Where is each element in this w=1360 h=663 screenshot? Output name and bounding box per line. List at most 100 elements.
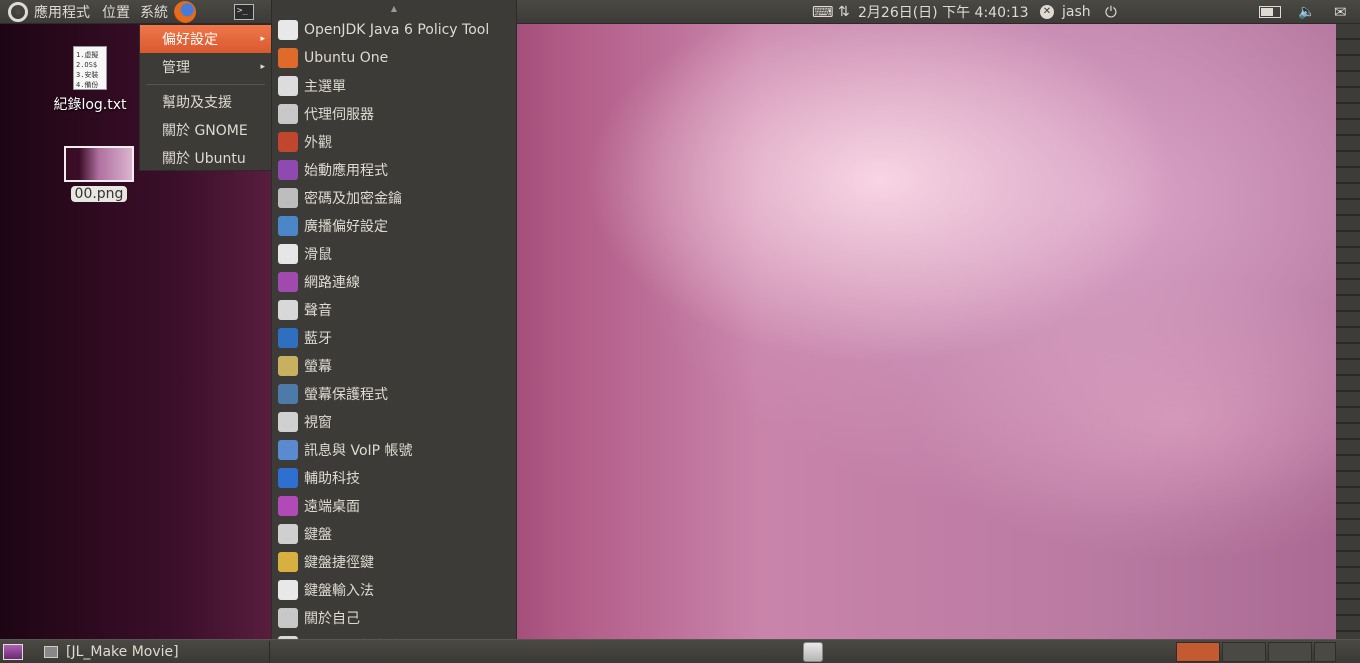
broadcast-icon bbox=[278, 216, 298, 236]
top-panel: 應用程式 位置 系統 >_ ⌨ ⇅ 2月26日(日) 下午 4:40:13 ✕ … bbox=[0, 0, 1360, 24]
desktop-icon-label: 00.png bbox=[70, 186, 128, 202]
ubuntu-logo-icon[interactable] bbox=[0, 0, 28, 24]
pref-item-mouse[interactable]: 滑鼠 bbox=[272, 240, 516, 268]
pref-item-label: 螢幕保護程式 bbox=[304, 387, 388, 403]
screensaver-icon bbox=[278, 384, 298, 404]
power-icon[interactable]: ⏻ bbox=[1105, 0, 1117, 24]
proxy-icon bbox=[278, 104, 298, 124]
pref-item-startup-apps[interactable]: 始動應用程式 bbox=[272, 156, 516, 184]
workspace-3[interactable] bbox=[1268, 642, 1312, 662]
pref-item-keyboard[interactable]: 鍵盤 bbox=[272, 520, 516, 548]
mouse-icon bbox=[278, 244, 298, 264]
pref-item-windows[interactable]: 視窗 bbox=[272, 408, 516, 436]
pref-item-label: 遠端桌面 bbox=[304, 499, 360, 515]
pref-item-broadcast[interactable]: 廣播偏好設定 bbox=[272, 212, 516, 240]
appearance-icon bbox=[278, 132, 298, 152]
clock[interactable]: 2月26日(日) 下午 4:40:13 bbox=[858, 0, 1029, 24]
menu-item-administration[interactable]: 管理 ▸ bbox=[140, 53, 271, 81]
pref-item-accessibility[interactable]: 輔助科技 bbox=[272, 464, 516, 492]
display-icon bbox=[278, 356, 298, 376]
clock-label[interactable]: 2月26日(日) 下午 4:40:13 bbox=[858, 2, 1029, 22]
user-name[interactable]: jash bbox=[1062, 4, 1091, 20]
pref-item-display[interactable]: 螢幕 bbox=[272, 352, 516, 380]
input-method-icon bbox=[278, 580, 298, 600]
pref-item-label: 關於自己 bbox=[304, 611, 360, 627]
startup-apps-icon bbox=[278, 160, 298, 180]
terminal-icon[interactable]: >_ bbox=[234, 3, 254, 20]
pref-item-label: 密碼及加密金鑰 bbox=[304, 191, 402, 207]
preview-line: 4.備份 bbox=[76, 81, 99, 89]
volume-icon[interactable]: 🔈 bbox=[1298, 0, 1315, 24]
pref-item-label: OpenJDK Java 6 Policy Tool bbox=[304, 22, 490, 38]
workspace-2[interactable] bbox=[1222, 642, 1266, 662]
submenu-arrow-icon: ▸ bbox=[260, 62, 265, 72]
battery-icon[interactable] bbox=[1259, 0, 1281, 24]
system-menu[interactable]: 系統 bbox=[140, 0, 168, 24]
preferences-list: OpenJDK Java 6 Policy Tool Ubuntu One 主選單代… bbox=[272, 16, 516, 660]
desktop-icon-label: 紀錄log.txt bbox=[53, 97, 127, 113]
menu-item-about-ubuntu[interactable]: 關於 Ubuntu bbox=[140, 144, 271, 172]
pref-item-label: 網路連線 bbox=[304, 275, 360, 291]
about-me-icon bbox=[278, 608, 298, 628]
pref-item-remote-desktop[interactable]: 遠端桌面 bbox=[272, 492, 516, 520]
pref-item-label: 廣播偏好設定 bbox=[304, 219, 388, 235]
menu-item-help[interactable]: 幫助及支援 bbox=[140, 88, 271, 116]
preview-line: 2.OS$ bbox=[76, 61, 98, 69]
show-desktop-icon[interactable] bbox=[3, 644, 23, 660]
pref-item-label: 鍵盤捷徑鍵 bbox=[304, 555, 374, 571]
menu-item-about-gnome[interactable]: 關於 GNOME bbox=[140, 116, 271, 144]
taskbar-window-button[interactable]: [JL_Make Movie] bbox=[38, 641, 270, 663]
network-icon bbox=[278, 272, 298, 292]
pref-item-main-menu[interactable]: 主選單 bbox=[272, 72, 516, 100]
pref-item-messaging[interactable]: 訊息與 VoIP 帳號 bbox=[272, 436, 516, 464]
pref-item-ubuntu-one[interactable]: Ubuntu One bbox=[272, 44, 516, 72]
pref-item-label: 訊息與 VoIP 帳號 bbox=[304, 443, 413, 459]
desktop-file-log[interactable]: 1.虛擬 2.OS$ 3.安裝 4.備份 紀錄log.txt bbox=[48, 46, 132, 114]
preview-line: 3.安裝 bbox=[76, 71, 99, 79]
workspace-4[interactable] bbox=[1314, 642, 1336, 662]
menu-item-label: 偏好設定 bbox=[162, 32, 218, 48]
scroll-up-arrow-icon[interactable]: ▲ bbox=[272, 0, 516, 16]
pref-item-label: 主選單 bbox=[304, 79, 346, 95]
sound-icon bbox=[278, 300, 298, 320]
pref-item-appearance[interactable]: 外觀 bbox=[272, 128, 516, 156]
pref-item-proxy[interactable]: 代理伺服器 bbox=[272, 100, 516, 128]
desktop-edge-strip bbox=[1336, 24, 1360, 639]
keyboard-indicator[interactable]: ⌨ bbox=[812, 0, 834, 24]
firefox-icon[interactable] bbox=[174, 0, 196, 23]
applications-menu[interactable]: 應用程式 bbox=[34, 0, 90, 24]
ubuntu-one-icon bbox=[278, 48, 298, 68]
network-updown-icon[interactable]: ⇅ bbox=[838, 0, 850, 24]
pref-item-screensaver[interactable]: 螢幕保護程式 bbox=[272, 380, 516, 408]
pref-item-sound[interactable]: 聲音 bbox=[272, 296, 516, 324]
keyboard-shortcuts-icon bbox=[278, 552, 298, 572]
pref-item-keyboard-shortcuts[interactable]: 鍵盤捷徑鍵 bbox=[272, 548, 516, 576]
window-icon bbox=[44, 646, 58, 658]
pref-item-input-method[interactable]: 鍵盤輸入法 bbox=[272, 576, 516, 604]
pref-item-label: 外觀 bbox=[304, 135, 332, 151]
windows-icon bbox=[278, 412, 298, 432]
main-menu-icon bbox=[278, 76, 298, 96]
menu-item-preferences[interactable]: 偏好設定 ▸ bbox=[140, 25, 271, 53]
pref-item-bluetooth[interactable]: 藍牙 bbox=[272, 324, 516, 352]
bottom-panel: [JL_Make Movie] bbox=[0, 639, 1360, 663]
pref-item-label: 聲音 bbox=[304, 303, 332, 319]
pref-item-keys[interactable]: 密碼及加密金鑰 bbox=[272, 184, 516, 212]
workspace-1[interactable] bbox=[1176, 642, 1220, 662]
trash-icon[interactable] bbox=[803, 642, 823, 662]
text-file-icon: 1.虛擬 2.OS$ 3.安裝 4.備份 bbox=[73, 46, 107, 90]
desktop-file-png[interactable]: 00.png bbox=[60, 146, 138, 202]
pref-item-about-me[interactable]: 關於自己 bbox=[272, 604, 516, 632]
pref-item-label: 滑鼠 bbox=[304, 247, 332, 263]
pref-item-java[interactable]: OpenJDK Java 6 Policy Tool bbox=[272, 16, 516, 44]
session-icon: ✕ bbox=[1040, 5, 1054, 19]
remote-desktop-icon bbox=[278, 496, 298, 516]
user-menu[interactable]: ✕ jash bbox=[1040, 0, 1091, 24]
keys-icon bbox=[278, 188, 298, 208]
pref-item-label: 始動應用程式 bbox=[304, 163, 388, 179]
places-menu[interactable]: 位置 bbox=[102, 0, 130, 24]
keyboard-icon[interactable]: ⌨ bbox=[812, 3, 834, 21]
image-thumbnail-icon bbox=[64, 146, 134, 182]
mail-icon[interactable]: ✉ bbox=[1334, 0, 1347, 24]
pref-item-network[interactable]: 網路連線 bbox=[272, 268, 516, 296]
